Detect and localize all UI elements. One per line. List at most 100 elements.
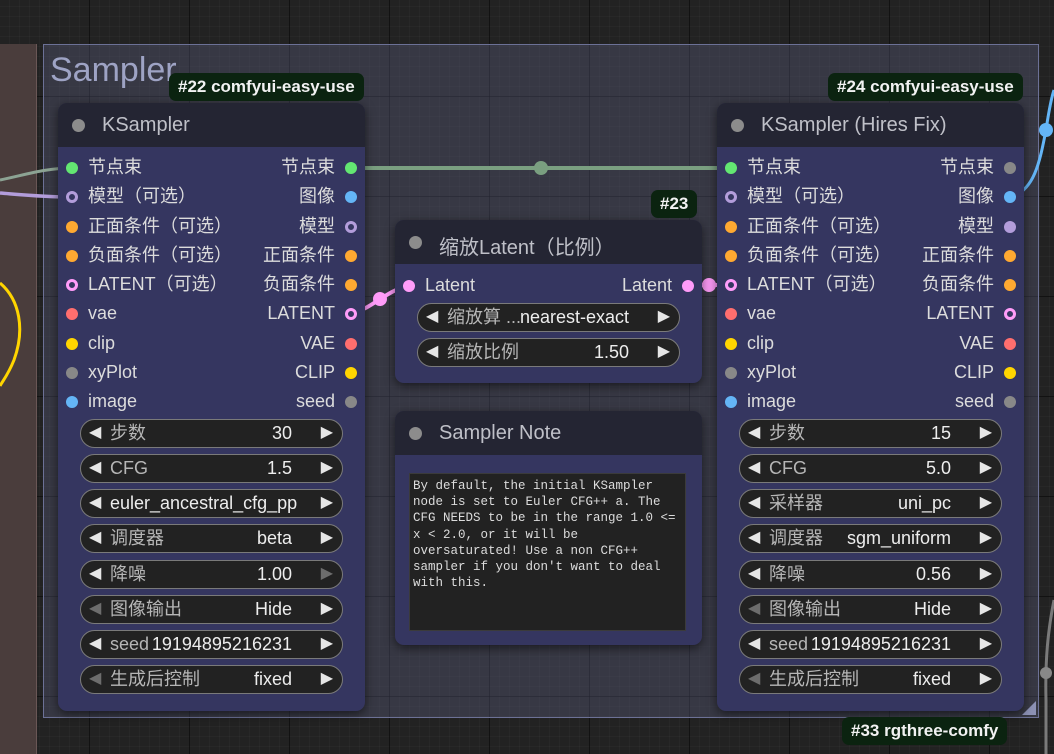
latent-scale-node[interactable]: 缩放Latent（比例） Latent Latent ◀ 缩放算 ... nea… [395,220,702,383]
input-socket-icon[interactable] [725,279,737,291]
collapse-dot[interactable] [731,119,744,132]
sampler-note-node[interactable]: Sampler Note By default, the initial KSa… [395,411,702,645]
output-slot[interactable]: 节点束 [940,153,1024,182]
output-slot[interactable]: 正面条件 [263,241,365,270]
widget-7[interactable]: ◀ 生成后控制 fixed ▶ [80,665,343,695]
decrement-arrow-icon[interactable]: ◀ [748,420,760,446]
input-socket-icon[interactable] [725,396,737,408]
input-slot[interactable]: xyPlot [58,358,137,387]
widget-4[interactable]: ◀ 降噪 1.00 ▶ [80,559,343,589]
widget-upscale-method[interactable]: ◀ 缩放算 ... nearest-exact ▶ [417,303,680,332]
output-socket-icon[interactable] [345,249,357,262]
increment-arrow-icon[interactable]: ▶ [658,339,670,365]
widget-0[interactable]: ◀ 步数 15 ▶ [739,419,1002,448]
input-slot[interactable]: LATENT（可选） [58,270,228,299]
input-socket-icon[interactable] [66,191,78,204]
output-slot[interactable]: CLIP [954,358,1024,387]
decrement-arrow-icon[interactable]: ◀ [748,561,760,587]
input-slot[interactable]: 正面条件（可选） [717,212,891,241]
increment-arrow-icon[interactable]: ▶ [321,666,333,692]
output-slot[interactable]: LATENT [267,299,365,328]
decrement-arrow-icon[interactable]: ◀ [89,631,101,657]
input-socket-icon[interactable] [66,279,78,291]
increment-arrow-icon[interactable]: ▶ [321,631,333,657]
increment-arrow-icon[interactable]: ▶ [321,455,333,481]
output-latent[interactable]: Latent [622,271,702,300]
input-socket-icon[interactable] [725,249,737,262]
input-socket-icon[interactable] [66,366,78,379]
output-socket-icon[interactable] [345,220,357,233]
input-slot[interactable]: vae [717,299,776,328]
input-socket-icon[interactable] [66,396,78,408]
widget-3[interactable]: ◀ 调度器 sgm_uniform ▶ [739,524,1002,554]
input-socket-icon[interactable] [725,337,737,350]
input-slot[interactable]: vae [58,299,117,328]
decrement-arrow-icon[interactable]: ◀ [748,596,760,622]
output-slot[interactable]: 模型 [958,212,1024,241]
output-socket-icon[interactable] [1004,396,1016,408]
input-slot[interactable]: 负面条件（可选） [58,241,232,270]
increment-arrow-icon[interactable]: ▶ [980,596,992,622]
input-slot[interactable]: 模型（可选） [58,182,196,211]
increment-arrow-icon[interactable]: ▶ [980,631,992,657]
decrement-arrow-icon[interactable]: ◀ [748,525,760,551]
decrement-arrow-icon[interactable]: ◀ [748,490,760,516]
output-slot[interactable]: 模型 [299,212,365,241]
input-socket-icon[interactable] [66,337,78,350]
decrement-arrow-icon[interactable]: ◀ [89,455,101,481]
increment-arrow-icon[interactable]: ▶ [980,420,992,446]
input-slot[interactable]: clip [58,329,115,358]
decrement-arrow-icon[interactable]: ◀ [426,339,438,365]
decrement-arrow-icon[interactable]: ◀ [748,631,760,657]
increment-arrow-icon[interactable]: ▶ [980,561,992,587]
output-slot[interactable]: 节点束 [281,153,365,182]
node-header[interactable]: KSampler [58,103,365,147]
input-slot[interactable]: image [717,387,796,416]
input-slot[interactable]: clip [717,329,774,358]
widget-2[interactable]: ◀ euler_ancestral_cfg_pp ▶ [80,489,343,519]
input-socket-icon[interactable] [66,220,78,233]
output-socket-icon[interactable] [345,337,357,350]
output-socket-icon[interactable] [345,279,357,291]
increment-arrow-icon[interactable]: ▶ [980,455,992,481]
output-socket-icon[interactable] [345,396,357,408]
collapse-dot[interactable] [72,119,85,132]
input-slot[interactable]: 节点束 [58,153,142,182]
node-header[interactable]: KSampler (Hires Fix) [717,103,1024,147]
decrement-arrow-icon[interactable]: ◀ [89,525,101,551]
output-slot[interactable]: seed [955,387,1024,416]
output-slot[interactable]: VAE [300,329,365,358]
output-socket-icon[interactable] [1004,220,1016,233]
input-socket-icon[interactable] [725,220,737,233]
decrement-arrow-icon[interactable]: ◀ [748,666,760,692]
output-socket-icon[interactable] [1004,337,1016,350]
widget-4[interactable]: ◀ 降噪 0.56 ▶ [739,559,1002,589]
increment-arrow-icon[interactable]: ▶ [980,666,992,692]
output-slot[interactable]: VAE [959,329,1024,358]
widget-5[interactable]: ◀ 图像输出 Hide ▶ [739,594,1002,624]
decrement-arrow-icon[interactable]: ◀ [89,490,101,516]
output-socket-icon[interactable] [1004,162,1016,174]
increment-arrow-icon[interactable]: ▶ [321,525,333,551]
widget-6[interactable]: ◀ seed 19194895216231 ▶ [739,629,1002,659]
input-socket-icon[interactable] [725,162,737,174]
collapse-dot[interactable] [409,427,422,440]
output-socket-icon[interactable] [1004,249,1016,262]
input-slot[interactable]: 负面条件（可选） [717,241,891,270]
input-socket-icon[interactable] [725,191,737,204]
input-socket-icon[interactable] [725,308,737,321]
input-slot[interactable]: LATENT（可选） [717,270,887,299]
input-socket-icon[interactable] [66,308,78,321]
output-slot[interactable]: 正面条件 [922,241,1024,270]
output-slot[interactable]: LATENT [926,299,1024,328]
increment-arrow-icon[interactable]: ▶ [321,420,333,446]
input-slot[interactable]: image [58,387,137,416]
output-slot[interactable]: seed [296,387,365,416]
input-socket-icon[interactable] [66,162,78,174]
input-slot[interactable]: 节点束 [717,153,801,182]
input-slot[interactable]: xyPlot [717,358,796,387]
widget-scale-by[interactable]: ◀ 缩放比例 1.50 ▶ [417,338,680,367]
widget-1[interactable]: ◀ CFG 1.5 ▶ [80,454,343,484]
output-socket-icon[interactable] [1004,191,1016,204]
output-socket-icon[interactable] [1004,279,1016,291]
